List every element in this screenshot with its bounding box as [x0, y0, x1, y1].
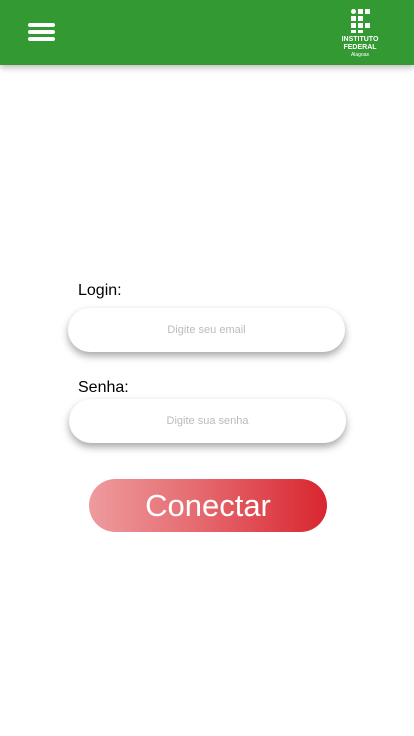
menu-bar	[28, 23, 55, 27]
login-label: Login:	[78, 282, 122, 299]
email-field[interactable]	[68, 308, 345, 352]
app-header: INSTITUTO FEDERAL Alagoas	[0, 0, 414, 65]
menu-bar	[28, 37, 55, 41]
menu-bar	[28, 30, 55, 34]
password-label: Senha:	[78, 379, 129, 396]
password-field[interactable]	[69, 399, 346, 443]
logo-text-instituto: INSTITUTO	[341, 36, 379, 43]
connect-button[interactable]: Conectar	[89, 479, 327, 532]
logo-text-federal: FEDERAL	[343, 44, 377, 51]
hamburger-menu-icon[interactable]	[28, 21, 55, 43]
institute-logo: INSTITUTO FEDERAL Alagoas	[334, 8, 386, 60]
logo-grid-icon	[351, 9, 371, 33]
logo-text-campus: Alagoas	[350, 52, 370, 58]
